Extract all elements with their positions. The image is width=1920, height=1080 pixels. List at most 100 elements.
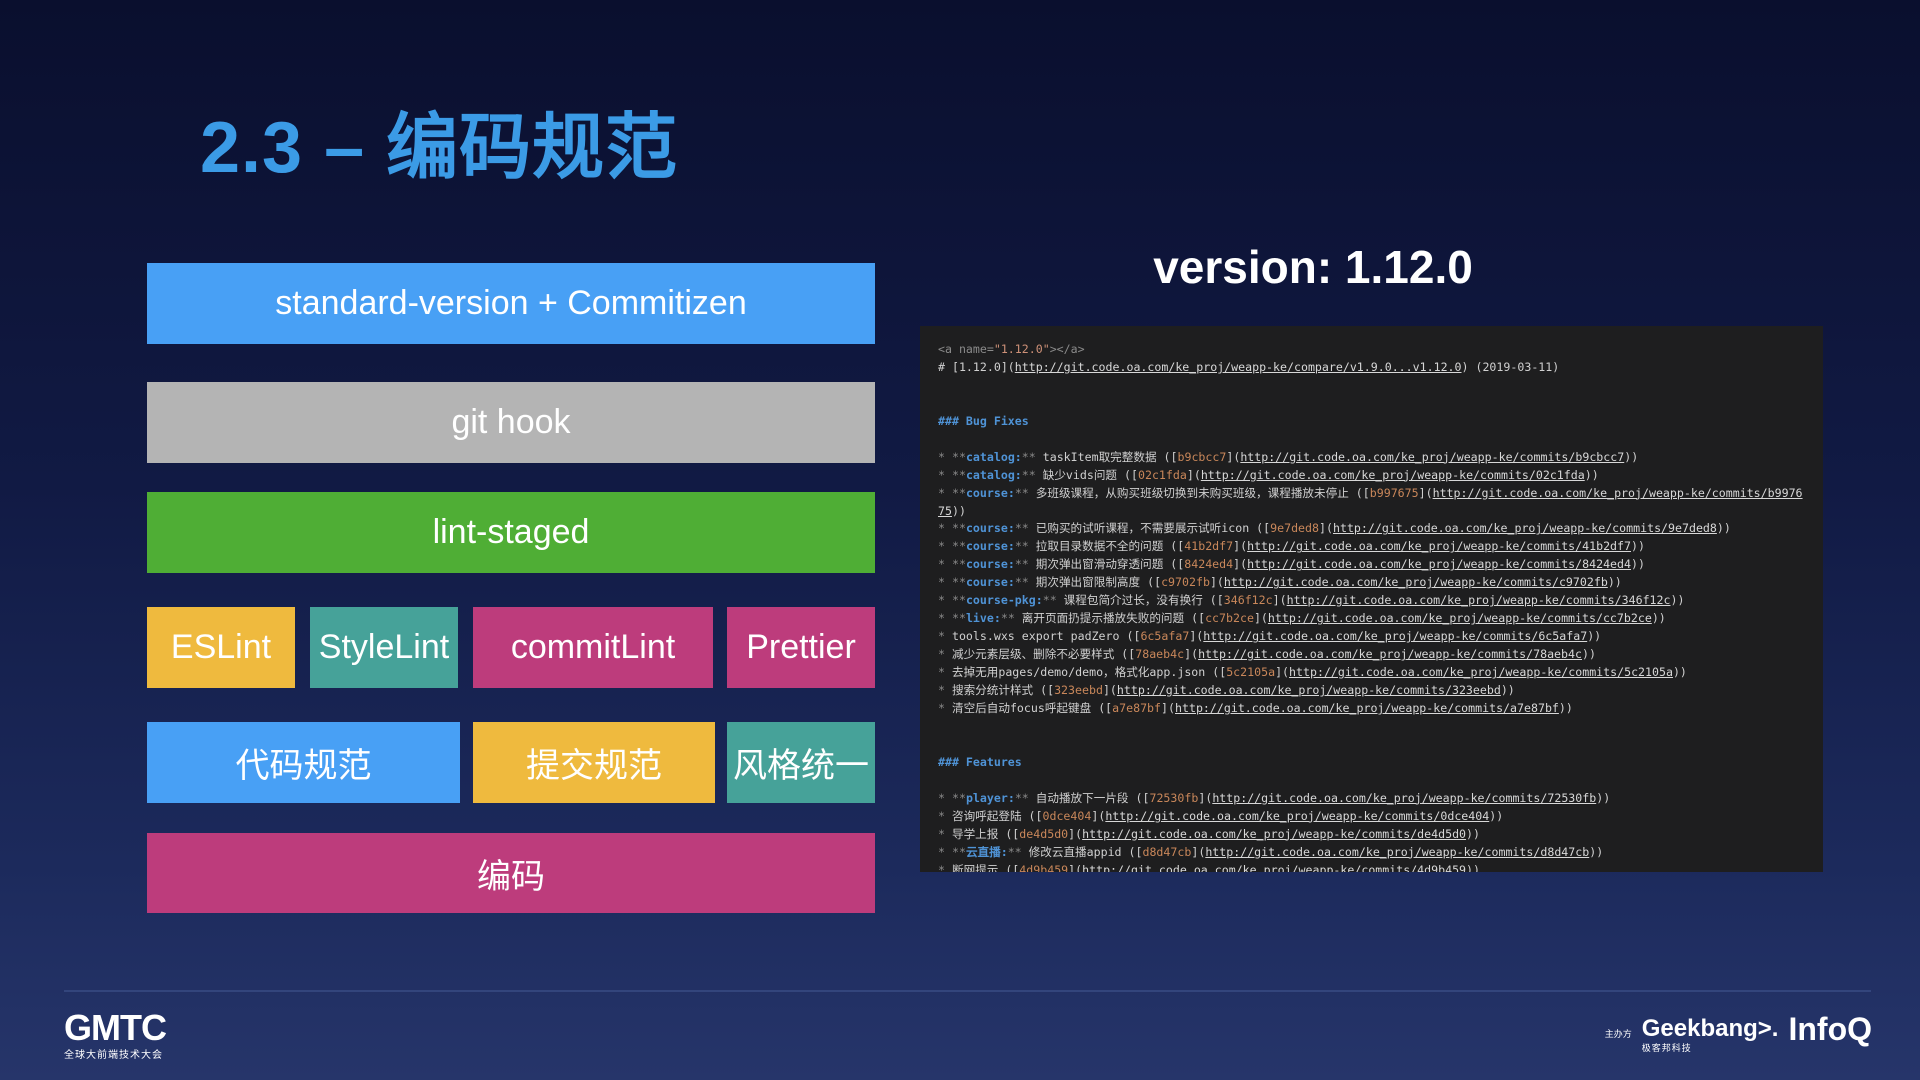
- bold-marker: **: [951, 449, 966, 464]
- commit-hash: de4d5d0: [1019, 826, 1069, 841]
- commit-hash: 323eebd: [1054, 683, 1103, 698]
- paren: )): [1466, 826, 1481, 841]
- bullet: *: [938, 665, 952, 680]
- item-description: 离开页面扔提示播放失败的问题 ([: [1021, 611, 1206, 626]
- footer-divider: [64, 990, 1871, 992]
- bullet: *: [938, 683, 952, 698]
- commit-link[interactable]: http://git.code.oa.com/ke_proj/weapp-ke/…: [1333, 521, 1717, 535]
- commit-hash: cc7b2ce: [1205, 611, 1254, 626]
- anchor-tag-close: ></a>: [1049, 342, 1085, 356]
- commit-link[interactable]: http://git.code.oa.com/ke_proj/weapp-ke/…: [1247, 539, 1631, 553]
- commit-link[interactable]: http://git.code.oa.com/ke_proj/weapp-ke/…: [1175, 701, 1559, 715]
- item-scope: course-pkg:: [965, 593, 1043, 608]
- paren: ](: [1091, 808, 1106, 823]
- commit-link[interactable]: http://git.code.oa.com/ke_proj/weapp-ke/…: [1203, 629, 1587, 643]
- bold-marker: **: [1014, 485, 1036, 500]
- eslint-box: ESLint: [147, 607, 295, 688]
- bullet: *: [938, 629, 952, 644]
- commit-link[interactable]: http://git.code.oa.com/ke_proj/weapp-ke/…: [1287, 593, 1671, 607]
- paren: )): [1589, 844, 1604, 859]
- commit-link[interactable]: http://git.code.oa.com/ke_proj/weapp-ke/…: [1240, 450, 1624, 464]
- item-description: 拉取目录数据不全的问题 ([: [1035, 539, 1185, 554]
- paren: )): [951, 503, 966, 518]
- commit-link[interactable]: http://git.code.oa.com/ke_proj/weapp-ke/…: [1224, 575, 1608, 589]
- paren: )): [1587, 629, 1602, 644]
- item-scope: course:: [965, 521, 1015, 536]
- paren: )): [1558, 701, 1573, 716]
- commit-link[interactable]: http://git.code.oa.com/ke_proj/weapp-ke/…: [1205, 845, 1589, 859]
- changelog-item: * **云直播:** 修改云直播appid ([d8d47cb](http://…: [938, 844, 1805, 862]
- paren: )): [1584, 467, 1599, 482]
- bullet: *: [938, 557, 952, 572]
- bold-marker: **: [951, 844, 966, 859]
- bullet: *: [938, 449, 952, 464]
- item-description: 去掉无用pages/demo/demo，格式化app.json ([: [951, 665, 1227, 680]
- item-description: 断网提示 ([: [951, 862, 1020, 872]
- item-scope: player:: [965, 790, 1015, 805]
- commit-hash: 02c1fda: [1137, 467, 1187, 482]
- compare-link[interactable]: http://git.code.oa.com/ke_proj/weapp-ke/…: [1015, 360, 1462, 374]
- geekbang-logo-subtitle: 极客邦科技: [1641, 1043, 1692, 1053]
- paren: )): [1581, 647, 1596, 662]
- bullet: *: [938, 862, 952, 872]
- paren: )): [1489, 808, 1504, 823]
- commit-link[interactable]: http://git.code.oa.com/ke_proj/weapp-ke/…: [1201, 468, 1585, 482]
- changelog-item: * **catalog:** 缺少vids问题 ([02c1fda](http:…: [938, 467, 1805, 485]
- commit-link[interactable]: http://git.code.oa.com/ke_proj/weapp-ke/…: [1268, 611, 1652, 625]
- commit-link[interactable]: http://git.code.oa.com/ke_proj/weapp-ke/…: [1082, 827, 1466, 841]
- commit-link[interactable]: http://git.code.oa.com/ke_proj/weapp-ke/…: [1082, 863, 1466, 872]
- bold-marker: **: [951, 467, 966, 482]
- changelog-item: * **player:** 自动播放下一片段 ([72530fb](http:/…: [938, 790, 1805, 808]
- changelog-item: * **live:** 离开页面扔提示播放失败的问题 ([cc7b2ce](ht…: [938, 610, 1805, 628]
- bullet: *: [938, 539, 952, 554]
- section-heading: ### Features: [938, 754, 1805, 772]
- bullet: *: [938, 647, 952, 662]
- section-heading-text: ### Features: [938, 754, 1022, 769]
- commit-link[interactable]: http://git.code.oa.com/ke_proj/weapp-ke/…: [1117, 683, 1501, 697]
- git-hook-box: git hook: [147, 382, 875, 463]
- paren: ](: [1068, 826, 1083, 841]
- item-description: 修改云直播appid ([: [1028, 844, 1143, 859]
- changelog-item: * 断网提示 ([4d9b459](http://git.code.oa.com…: [938, 862, 1805, 872]
- paren: ](: [1068, 862, 1083, 872]
- gmtc-logo-subtitle: 全球大前端技术大会: [64, 1050, 163, 1061]
- paren: ](: [1233, 539, 1248, 554]
- version-header-line: # [1.12.0](http://git.code.oa.com/ke_pro…: [938, 359, 1805, 377]
- organizer-label: 主办方: [1604, 1029, 1632, 1039]
- commit-hash: 0dce404: [1042, 808, 1092, 823]
- bullet: *: [938, 521, 952, 536]
- commit-link[interactable]: http://git.code.oa.com/ke_proj/weapp-ke/…: [1198, 647, 1582, 661]
- commit-link[interactable]: http://git.code.oa.com/ke_proj/weapp-ke/…: [1105, 809, 1489, 823]
- paren: ](: [1186, 467, 1201, 482]
- commit-hash: 72530fb: [1149, 790, 1199, 805]
- changelog-item: * tools.wxs export padZero ([6c5afa7](ht…: [938, 628, 1805, 646]
- commit-hash: 5c2105a: [1226, 665, 1276, 680]
- paren: ](: [1198, 790, 1213, 805]
- bullet: *: [938, 467, 952, 482]
- item-description: 清空后自动focus呼起键盘 ([: [951, 701, 1113, 716]
- item-scope: catalog:: [965, 467, 1022, 482]
- commit-hash: d8d47cb: [1142, 844, 1192, 859]
- commit-hash: b9cbcc7: [1177, 449, 1227, 464]
- paren: ](: [1161, 701, 1175, 716]
- bold-marker: **: [951, 575, 966, 590]
- gmtc-logo-text: GMTC: [64, 1007, 167, 1048]
- anchor-value: "1.12.0": [993, 342, 1050, 356]
- bold-marker: **: [1021, 449, 1043, 464]
- paren: )): [1672, 665, 1687, 680]
- paren: )): [1651, 611, 1666, 626]
- changelog-item: * **course-pkg:** 课程包简介过长，没有换行 ([346f12c…: [938, 592, 1805, 610]
- paren: ](: [1233, 557, 1248, 572]
- commit-link[interactable]: http://git.code.oa.com/ke_proj/weapp-ke/…: [1289, 665, 1673, 679]
- changelog-item: * **catalog:** taskItem取完整数据 ([b9cbcc7](…: [938, 449, 1805, 467]
- bold-marker: **: [1000, 611, 1022, 626]
- changelog-item: * 搜索分统计样式 ([323eebd](http://git.code.oa.…: [938, 682, 1805, 700]
- commit-link[interactable]: http://git.code.oa.com/ke_proj/weapp-ke/…: [1247, 557, 1631, 571]
- item-description: tools.wxs export padZero ([: [951, 629, 1141, 644]
- paren: )): [1596, 790, 1611, 805]
- geekbang-logo: Geekbang>. 极客邦科技: [1642, 1017, 1779, 1054]
- bold-marker: **: [951, 790, 966, 805]
- commit-link[interactable]: http://git.code.oa.com/ke_proj/weapp-ke/…: [1212, 791, 1596, 805]
